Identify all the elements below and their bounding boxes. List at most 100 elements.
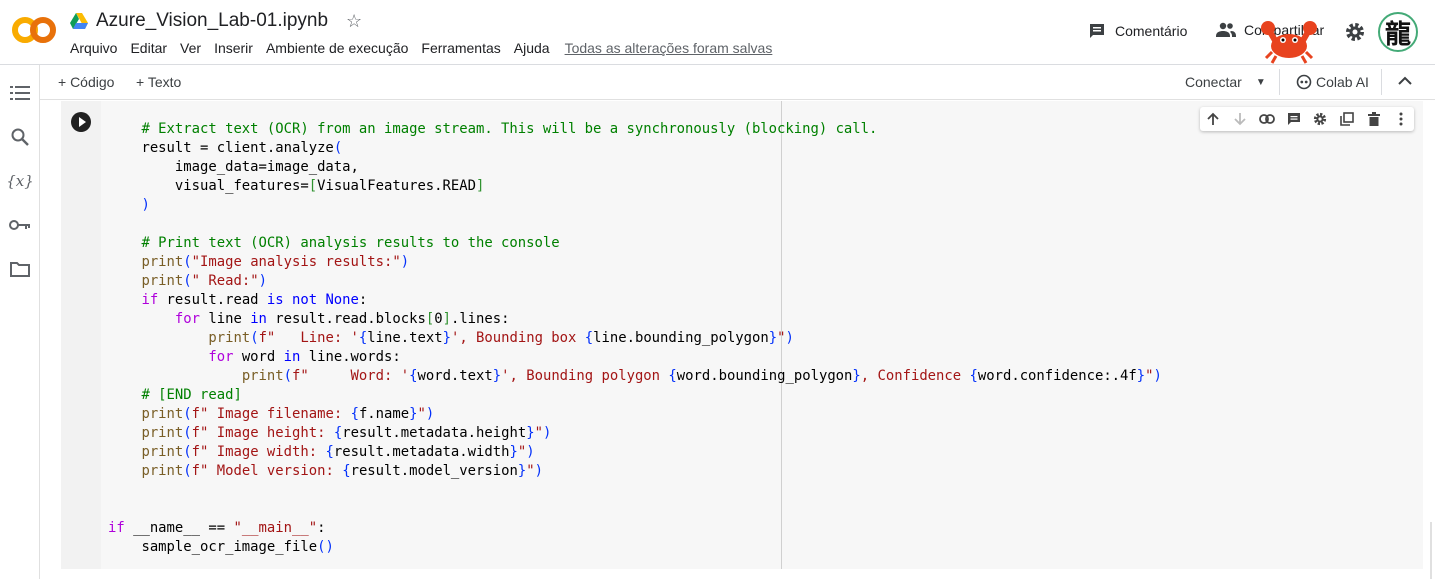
notebook-title[interactable]: Azure_Vision_Lab-01.ipynb <box>96 10 328 32</box>
add-text-button[interactable]: + Texto <box>136 74 181 90</box>
code-token: f.name <box>358 406 410 422</box>
code-line: # Extract text (OCR) from an image strea… <box>108 120 1162 139</box>
code-token: print <box>141 425 184 441</box>
code-editor[interactable]: # Extract text (OCR) from an image strea… <box>108 120 1162 557</box>
code-token: for <box>208 349 234 365</box>
menu-ajuda[interactable]: Ajuda <box>514 40 550 56</box>
code-token: " <box>417 406 426 422</box>
colab-ai-button[interactable]: Colab AI <box>1296 74 1369 90</box>
code-token: print <box>241 368 284 384</box>
code-token: { <box>342 463 351 479</box>
code-token: " <box>517 444 527 460</box>
code-line: for word in line.words: <box>108 348 1162 367</box>
code-token: ) <box>526 444 535 460</box>
save-status[interactable]: Todas as alterações foram salvas <box>565 40 773 56</box>
code-token: line.text <box>367 330 443 346</box>
connect-button[interactable]: Conectar ▼ <box>1185 74 1266 90</box>
code-token: result.read <box>158 292 267 308</box>
code-token: result = client.analyze <box>108 140 334 156</box>
code-token: VisualFeatures.READ <box>317 178 476 194</box>
code-token: } <box>852 368 861 384</box>
code-token: f" Image height: <box>191 425 334 441</box>
connect-dropdown-icon[interactable]: ▼ <box>1256 77 1266 88</box>
code-token: : <box>317 520 326 536</box>
code-token: line.words: <box>300 349 401 365</box>
toc-icon[interactable] <box>9 82 31 104</box>
code-token: line.bounding_polygon <box>593 330 769 346</box>
code-token: print <box>141 254 184 270</box>
comment-label: Comentário <box>1115 23 1188 39</box>
code-token: ( <box>183 273 192 289</box>
variables-icon[interactable]: {x} <box>6 170 34 192</box>
star-icon[interactable]: ☆ <box>346 11 362 32</box>
code-token: " <box>1145 368 1154 384</box>
code-line: # Print text (OCR) analysis results to t… <box>108 234 1162 253</box>
move-up-arrow-icon[interactable] <box>1200 107 1227 131</box>
code-token: } <box>517 463 527 479</box>
code-token: ( <box>183 406 192 422</box>
code-token: } <box>526 425 535 441</box>
code-line: print(f" Image filename: {f.name}") <box>108 405 1162 424</box>
avatar-glyph: 龍 <box>1384 19 1411 50</box>
code-token: ( <box>333 140 343 156</box>
code-token: } <box>1136 368 1146 384</box>
code-token: word.bounding_polygon <box>676 368 853 384</box>
code-token: print <box>141 444 184 460</box>
menu-ambiente[interactable]: Ambiente de execução <box>266 40 408 56</box>
code-line: result = client.analyze( <box>108 139 1162 158</box>
add-code-button[interactable]: + Código <box>58 74 114 90</box>
more-options-kebab-icon[interactable] <box>1387 107 1414 131</box>
key-icon[interactable] <box>9 214 31 236</box>
code-token: { <box>668 368 677 384</box>
code-token: f" Image width: <box>191 444 326 460</box>
mirror-cell-icon[interactable] <box>1334 107 1361 131</box>
menu-ferramentas[interactable]: Ferramentas <box>421 40 500 56</box>
code-token: " <box>777 330 786 346</box>
code-token: if <box>141 292 159 308</box>
menu-arquivo[interactable]: Arquivo <box>70 40 117 56</box>
colab-logo[interactable] <box>12 12 56 48</box>
user-avatar[interactable]: 龍 <box>1378 12 1418 52</box>
cell-settings-gear-icon[interactable] <box>1307 107 1334 131</box>
folder-icon[interactable] <box>9 258 31 280</box>
comment-icon[interactable] <box>1280 107 1307 131</box>
menu-ver[interactable]: Ver <box>180 40 201 56</box>
code-token: } <box>509 444 518 460</box>
code-line: ) <box>108 196 1162 215</box>
search-icon[interactable] <box>9 126 31 148</box>
toolbar-separator <box>1381 69 1382 95</box>
comment-icon <box>1090 24 1104 38</box>
google-drive-icon[interactable] <box>70 13 88 29</box>
menu-inserir[interactable]: Inserir <box>214 40 253 56</box>
run-cell-play-icon[interactable] <box>71 112 91 132</box>
code-token: .lines: <box>450 311 510 327</box>
comment-button[interactable]: Comentário <box>1088 22 1187 40</box>
code-token: result.read.blocks <box>266 311 426 327</box>
collapse-chevron-up-icon[interactable] <box>1398 76 1412 86</box>
menu-editar[interactable]: Editar <box>130 40 167 56</box>
crab-mascot-icon <box>1261 21 1317 64</box>
move-down-arrow-icon[interactable] <box>1227 107 1254 131</box>
toolbar-separator <box>1279 69 1280 95</box>
settings-gear-icon[interactable] <box>1344 21 1366 43</box>
code-token: in <box>250 311 267 327</box>
app-header: Azure_Vision_Lab-01.ipynb ☆ Arquivo Edit… <box>0 0 1435 64</box>
code-cell[interactable]: # Extract text (OCR) from an image strea… <box>61 101 1423 569</box>
code-token: } <box>492 368 502 384</box>
code-token: [ <box>308 178 318 194</box>
delete-trash-icon[interactable] <box>1361 107 1388 131</box>
code-token: } <box>409 406 418 422</box>
code-token: ) <box>141 197 150 213</box>
scrollbar-track[interactable] <box>1430 522 1432 579</box>
code-token: " <box>526 463 535 479</box>
link-icon[interactable] <box>1254 107 1281 131</box>
